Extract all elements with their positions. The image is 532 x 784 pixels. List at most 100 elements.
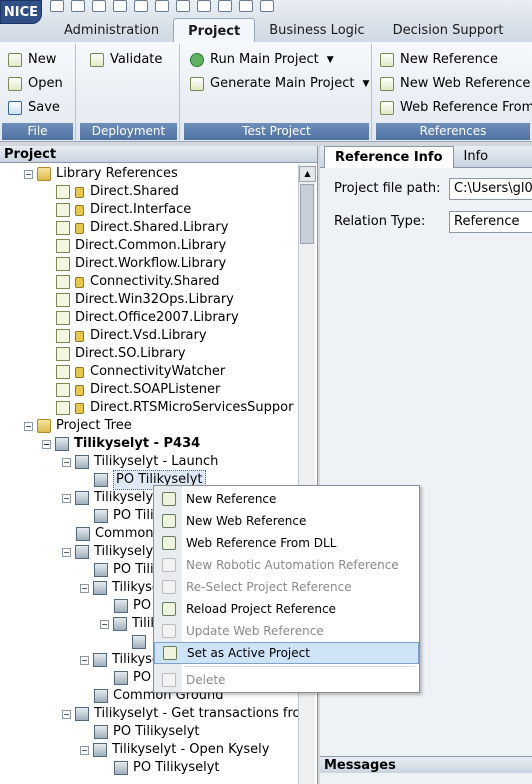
tree-node-reference[interactable]: Direct.RTSMicroServicesSuppor xyxy=(56,399,293,417)
tree-node-project[interactable]: PO Tilikyselyt xyxy=(94,723,200,741)
reference-info-tabs: Reference Info Info xyxy=(320,146,532,168)
tree-node-project-tree[interactable]: − Project Tree xyxy=(24,417,132,435)
menu-item-update-web-reference[interactable]: Update Web Reference xyxy=(154,620,419,642)
generate-main-project-button[interactable]: Generate Main Project ▼ xyxy=(190,74,369,94)
tree-label: PO Tilikyselyt xyxy=(113,724,200,739)
tree-node-reference[interactable]: Direct.Shared.Library xyxy=(56,219,228,237)
tree-node-reference[interactable]: Direct.Office2007.Library xyxy=(56,309,239,327)
collapse-icon[interactable]: − xyxy=(80,655,89,665)
tree-node-project[interactable]: − Tilikyselyt - Launch xyxy=(62,453,218,471)
undo-icon[interactable] xyxy=(113,0,127,12)
tree-node-reference[interactable]: Connectivity.Shared xyxy=(56,273,220,291)
tab-info[interactable]: Info xyxy=(454,146,499,168)
collapse-icon[interactable]: − xyxy=(80,745,89,755)
tree-node-library-references[interactable]: − Library References xyxy=(24,165,178,183)
tree-node-reference[interactable]: Direct.Win32Ops.Library xyxy=(56,291,234,309)
redo-icon[interactable] xyxy=(134,0,148,12)
context-menu: New Reference New Web Reference Web Refe… xyxy=(153,485,420,693)
tree-node-reference[interactable]: Direct.Shared xyxy=(56,183,179,201)
save-button[interactable]: Save xyxy=(8,98,60,118)
tree-label: Common xyxy=(95,526,154,541)
tree-node-reference[interactable]: Direct.Common.Library xyxy=(56,237,226,255)
tree-node-project[interactable]: PO xyxy=(114,597,151,615)
new-web-reference-button[interactable]: New Web Reference xyxy=(380,74,530,94)
close-icon[interactable] xyxy=(218,0,232,12)
new-file-icon[interactable] xyxy=(50,0,64,12)
tree-node-project[interactable] xyxy=(132,633,151,651)
project-icon xyxy=(75,545,89,559)
collapse-icon[interactable]: − xyxy=(62,709,71,719)
web-reference-from-label: Web Reference From xyxy=(400,100,532,115)
tree-node-reference[interactable]: Direct.SO.Library xyxy=(56,345,186,363)
new-reference-button[interactable]: New Reference xyxy=(380,50,498,70)
tree-node-project[interactable]: PO Tili xyxy=(94,561,154,579)
tree-node-project[interactable]: − Tilikyselyt xyxy=(62,489,158,507)
tree-label: Direct.Workflow.Library xyxy=(75,256,227,271)
menu-item-new-reference[interactable]: New Reference xyxy=(154,488,419,510)
collapse-icon[interactable]: − xyxy=(24,169,33,179)
tree-node-project[interactable]: − Tilikyselyt xyxy=(62,543,158,561)
tab-project[interactable]: Project xyxy=(173,18,256,43)
project-icon xyxy=(132,635,146,649)
tree-node-project[interactable]: PO Tilikyselyt xyxy=(114,759,220,777)
collapse-icon[interactable]: − xyxy=(80,583,89,593)
tree-node-reference[interactable]: Direct.Interface xyxy=(56,201,191,219)
search-icon[interactable] xyxy=(239,0,253,12)
open-button[interactable]: Open xyxy=(8,74,63,94)
new-button[interactable]: New xyxy=(8,50,56,70)
reference-icon xyxy=(56,293,70,307)
menu-item-new-web-reference[interactable]: New Web Reference xyxy=(154,510,419,532)
project-icon xyxy=(75,707,89,721)
validate-button[interactable]: Validate xyxy=(90,50,162,70)
tab-reference-info[interactable]: Reference Info xyxy=(324,146,454,168)
collapse-icon[interactable]: − xyxy=(42,439,51,449)
tab-administration[interactable]: Administration xyxy=(50,18,173,43)
tree-node-project[interactable]: − Tilikyse xyxy=(80,579,160,597)
menu-item-delete[interactable]: Delete xyxy=(154,669,419,691)
menu-item-reselect-project-reference[interactable]: Re-Select Project Reference xyxy=(154,576,419,598)
tree-node-project[interactable]: − Tilik xyxy=(100,615,158,633)
run-main-project-button[interactable]: Run Main Project ▼ xyxy=(190,50,334,70)
web-reference-from-button[interactable]: Web Reference From xyxy=(380,98,532,118)
collapse-icon[interactable]: − xyxy=(100,619,109,629)
collapse-icon[interactable]: − xyxy=(62,457,71,467)
tree-node-main-project[interactable]: − Tilikyselyt - P434 xyxy=(42,435,200,453)
tree-node-reference[interactable]: Direct.SOAPListener xyxy=(56,381,220,399)
collapse-icon[interactable]: − xyxy=(62,493,71,503)
tree-label: Direct.Vsd.Library xyxy=(90,328,207,343)
relation-type-field[interactable]: Reference xyxy=(449,211,532,233)
chevron-down-icon[interactable]: ▼ xyxy=(363,74,370,94)
project-icon xyxy=(113,617,127,631)
menu-item-set-as-active-project[interactable]: Set as Active Project xyxy=(154,642,419,664)
menu-item-web-reference-from-dll[interactable]: Web Reference From DLL xyxy=(154,532,419,554)
deployment-group-label: Deployment xyxy=(80,123,177,140)
scroll-up-icon[interactable]: ▲ xyxy=(299,166,316,182)
paste-icon[interactable] xyxy=(197,0,211,12)
tree-node-project[interactable]: − Tilikyselyt - Open Kysely xyxy=(80,741,269,759)
tree-node-project[interactable]: − Tilikyse xyxy=(80,651,160,669)
menu-item-new-robotic-automation-reference[interactable]: New Robotic Automation Reference xyxy=(154,554,419,576)
tab-decision-support[interactable]: Decision Support xyxy=(379,18,518,43)
project-file-path-field[interactable]: C:\Users\gl0 xyxy=(449,178,532,200)
tree-node-reference[interactable]: Direct.Vsd.Library xyxy=(56,327,207,345)
tree-node-project[interactable]: PO Tili xyxy=(94,507,154,525)
tree-node-reference[interactable]: Direct.Workflow.Library xyxy=(56,255,226,273)
open-folder-icon[interactable] xyxy=(71,0,85,12)
project-icon xyxy=(93,581,107,595)
tab-business-logic[interactable]: Business Logic xyxy=(255,18,378,43)
menu-item-reload-project-reference[interactable]: Reload Project Reference xyxy=(154,598,419,620)
tree-node-project[interactable]: − Tilikyselyt - Get transactions fro xyxy=(62,705,298,723)
copy-icon[interactable] xyxy=(176,0,190,12)
save-icon[interactable] xyxy=(92,0,106,12)
project-icon xyxy=(93,743,107,757)
camera-icon[interactable] xyxy=(260,0,274,12)
cut-icon[interactable] xyxy=(155,0,169,12)
tree-node-reference[interactable]: ConnectivityWatcher xyxy=(56,363,225,381)
scrollbar-thumb[interactable] xyxy=(300,184,314,244)
file-group-label: File xyxy=(2,123,73,140)
tree-node-project[interactable]: Common xyxy=(76,525,154,543)
tree-node-project[interactable]: PO xyxy=(114,669,151,687)
collapse-icon[interactable]: − xyxy=(62,547,71,557)
collapse-icon[interactable]: − xyxy=(24,421,33,431)
chevron-down-icon[interactable]: ▼ xyxy=(327,50,334,70)
